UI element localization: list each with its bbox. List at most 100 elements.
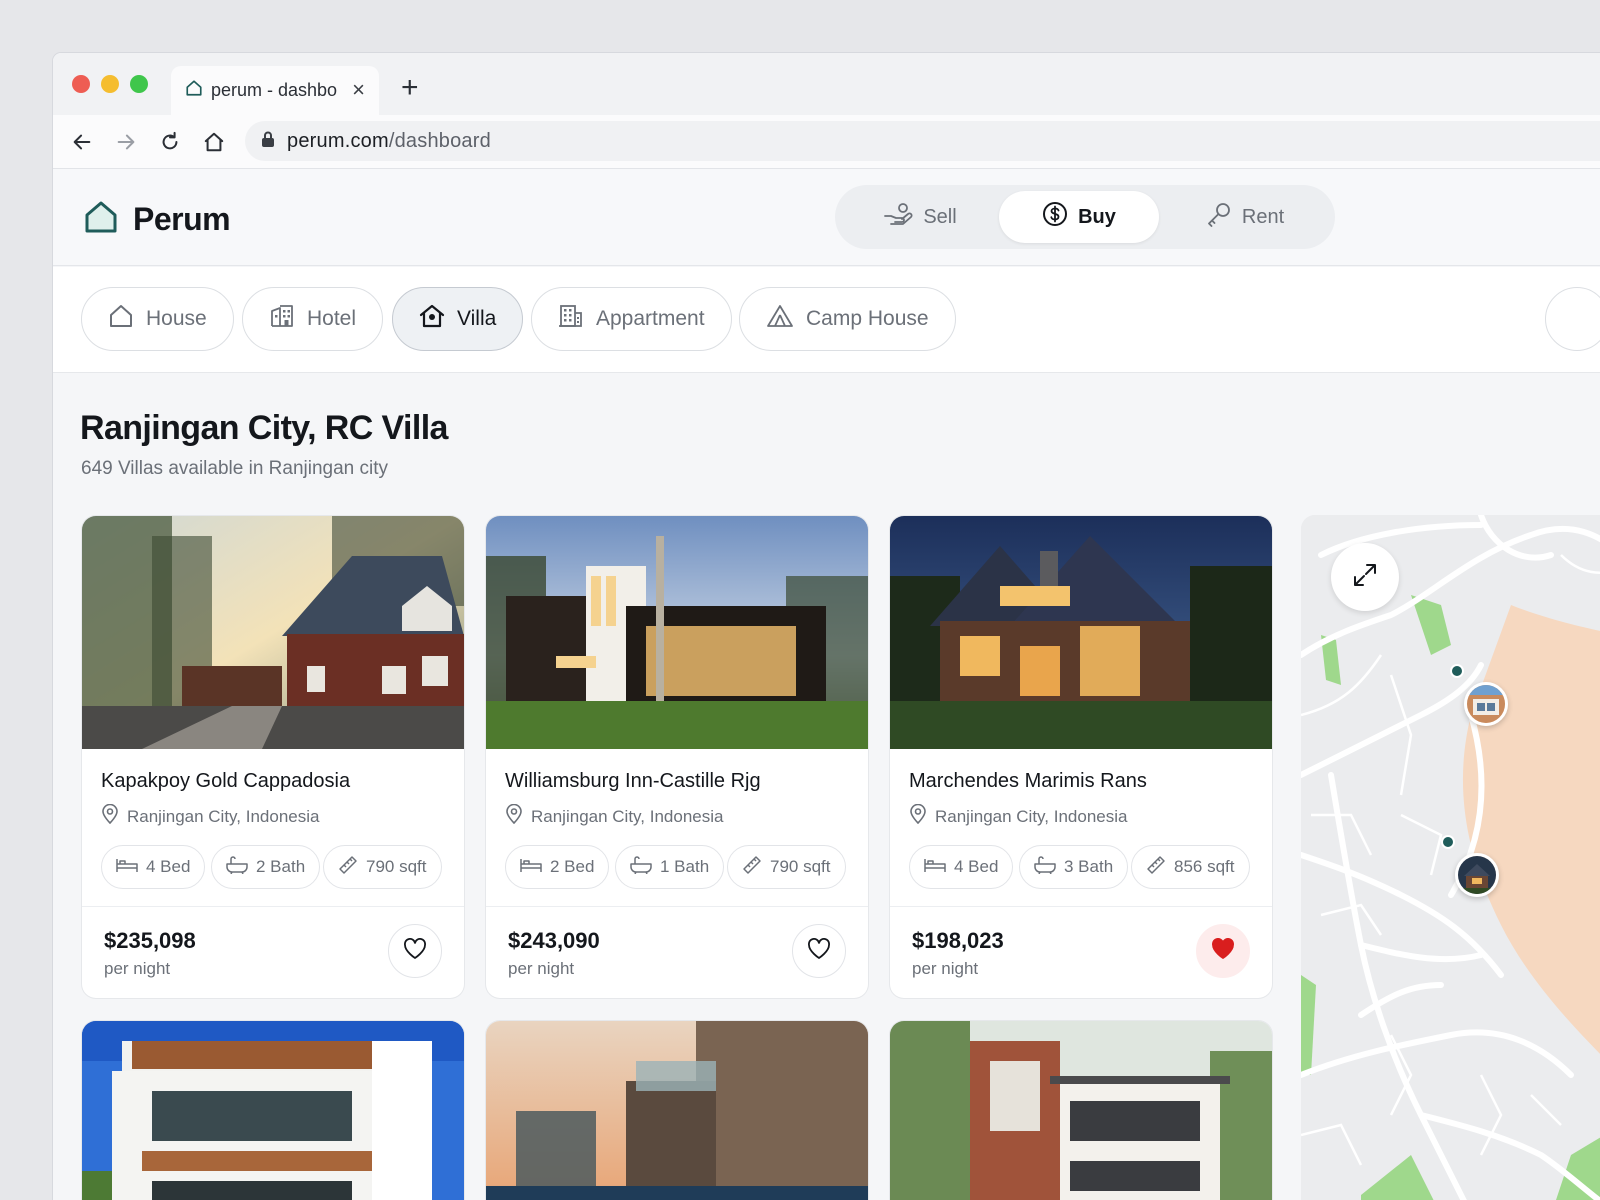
listing-title: Marchendes Marimis Rans <box>909 770 1147 792</box>
tent-icon <box>766 303 794 335</box>
maximize-window-button[interactable] <box>130 75 148 93</box>
villa-icon <box>419 303 445 335</box>
heart-outline-icon <box>403 937 427 965</box>
tab-title: perum - dashbo <box>211 80 338 100</box>
minimize-window-button[interactable] <box>101 75 119 93</box>
category-hotel[interactable]: Hotel <box>242 287 384 351</box>
map-pin-dot[interactable] <box>1441 835 1455 849</box>
listing-photo <box>890 516 1272 749</box>
url-path: /dashboard <box>388 129 491 152</box>
brand-name: Perum <box>133 201 231 237</box>
location-pin-icon <box>909 803 927 829</box>
bathtub-icon <box>1034 855 1056 879</box>
favorite-button[interactable] <box>792 924 846 978</box>
close-window-button[interactable] <box>72 75 90 93</box>
bed-count: 4 Bed <box>909 845 1014 889</box>
listing-photo <box>486 1021 868 1200</box>
listing-card[interactable] <box>890 1021 1272 1200</box>
new-tab-button[interactable]: + <box>401 73 419 103</box>
listing-photo <box>890 1021 1272 1200</box>
mode-buy-button[interactable]: Buy <box>999 191 1159 243</box>
location-pin-icon <box>505 803 523 829</box>
listing-location: Ranjingan City, Indonesia <box>127 806 320 826</box>
listing-location: Ranjingan City, Indonesia <box>531 806 724 826</box>
house-logo-icon <box>83 199 119 240</box>
map-pin-listing[interactable] <box>1455 853 1499 897</box>
close-tab-icon[interactable]: × <box>352 79 365 101</box>
bathtub-icon <box>630 855 652 879</box>
listing-price: $198,023 <box>912 928 1004 953</box>
bed-count: 2 Bed <box>505 845 610 889</box>
listing-photo <box>82 516 464 749</box>
listing-title: Williamsburg Inn-Castille Rjg <box>505 770 761 792</box>
ruler-icon <box>742 855 762 880</box>
area-size: 790 sqft <box>323 845 442 889</box>
heart-outline-icon <box>807 937 831 965</box>
brand[interactable]: Perum <box>83 199 231 240</box>
more-categories-button[interactable] <box>1545 287 1600 351</box>
url-field[interactable]: perum.com/dashboard <box>245 121 1600 161</box>
browser-tab[interactable]: perum - dashbo × <box>171 66 379 115</box>
category-house[interactable]: House <box>81 287 234 351</box>
listing-photo <box>82 1021 464 1200</box>
bath-count: 3 Bath <box>1019 845 1129 889</box>
category-apartment[interactable]: Appartment <box>531 287 732 351</box>
app-header: Perum Sell Buy Rent <box>53 169 1600 266</box>
expand-arrows-icon <box>1352 562 1378 593</box>
category-hotel-label: Hotel <box>307 307 357 330</box>
category-apartment-label: Appartment <box>596 307 705 330</box>
house-favicon-icon <box>185 79 203 102</box>
listing-card[interactable]: Marchendes Marimis Rans Ranjingan City, … <box>890 516 1272 998</box>
listing-price: $243,090 <box>508 928 600 953</box>
url-host: perum.com <box>287 129 389 152</box>
mode-sell-button[interactable]: Sell <box>845 191 995 243</box>
bathtub-icon <box>226 855 248 879</box>
hand-coin-icon <box>883 202 913 232</box>
page-subtitle: 649 Villas available in Ranjingan city <box>81 458 389 479</box>
favorite-button[interactable] <box>388 924 442 978</box>
category-camp-house[interactable]: Camp House <box>739 287 956 351</box>
page-title: Ranjingan City, RC Villa <box>80 409 448 447</box>
mode-rent-button[interactable]: Rent <box>1165 191 1325 243</box>
category-villa-label: Villa <box>457 307 497 330</box>
mode-switch: Sell Buy Rent <box>835 185 1335 249</box>
browser-window: perum - dashbo × + perum.com/dashboard P… <box>53 53 1600 1200</box>
price-period: per night <box>912 959 979 978</box>
map-pin-dot[interactable] <box>1450 664 1464 678</box>
listing-price: $235,098 <box>104 928 196 953</box>
listing-card[interactable]: Kapakpoy Gold Cappadosia Ranjingan City,… <box>82 516 464 998</box>
listing-title: Kapakpoy Gold Cappadosia <box>101 770 351 792</box>
bed-count: 4 Bed <box>101 845 206 889</box>
bed-icon <box>924 857 946 878</box>
location-pin-icon <box>101 803 119 829</box>
listing-card[interactable] <box>486 1021 868 1200</box>
address-bar: perum.com/dashboard <box>53 115 1600 169</box>
mode-sell-label: Sell <box>923 205 957 228</box>
home-icon[interactable] <box>201 129 227 155</box>
bath-count: 1 Bath <box>615 845 725 889</box>
browser-tab-bar: perum - dashbo × + <box>53 53 1600 115</box>
mode-rent-label: Rent <box>1241 205 1285 228</box>
bed-icon <box>520 857 542 878</box>
heart-filled-icon <box>1211 937 1235 965</box>
map-canvas <box>1301 515 1600 1200</box>
listing-location: Ranjingan City, Indonesia <box>935 806 1128 826</box>
listing-card[interactable]: Williamsburg Inn-Castille Rjg Ranjingan … <box>486 516 868 998</box>
reload-icon[interactable] <box>157 129 183 155</box>
map-pin-listing[interactable] <box>1464 682 1508 726</box>
map-panel[interactable] <box>1301 515 1600 1200</box>
area-size: 856 sqft <box>1131 845 1250 889</box>
bed-icon <box>116 857 138 878</box>
forward-arrow-icon[interactable] <box>113 129 139 155</box>
ruler-icon <box>338 855 358 880</box>
expand-map-button[interactable] <box>1331 543 1399 611</box>
dollar-circle-icon <box>1042 201 1068 233</box>
category-villa[interactable]: Villa <box>392 287 524 351</box>
ruler-icon <box>1146 855 1166 880</box>
back-arrow-icon[interactable] <box>69 129 95 155</box>
listing-photo <box>486 516 868 749</box>
bath-count: 2 Bath <box>211 845 321 889</box>
favorite-button[interactable] <box>1196 924 1250 978</box>
listing-card[interactable] <box>82 1021 464 1200</box>
mode-buy-label: Buy <box>1078 205 1116 228</box>
